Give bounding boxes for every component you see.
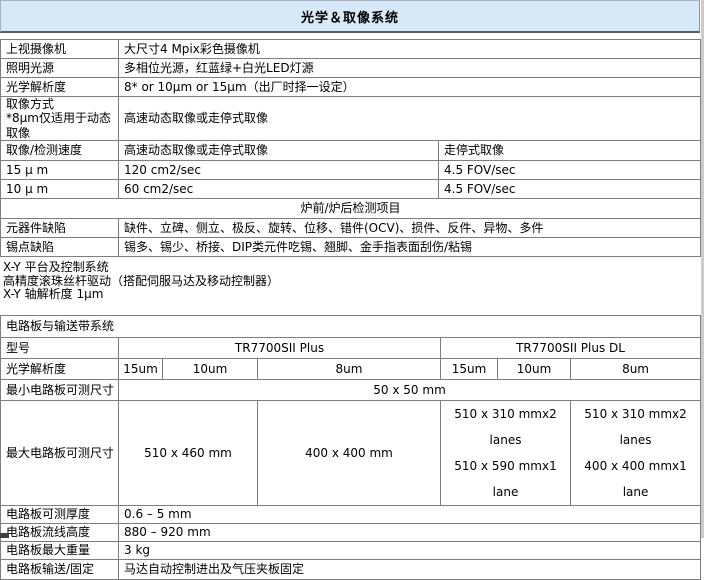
page-corner-mark bbox=[0, 533, 9, 538]
spec-value: 大尺寸4 Mpix彩色摄像机 bbox=[119, 40, 701, 59]
min-size-value: 50 x 50 mm bbox=[119, 380, 701, 401]
spec-value: 多相位光源，红蓝绿+白光LED灯源 bbox=[119, 59, 701, 78]
resolution-col: 8um bbox=[571, 359, 701, 380]
speed-row-value: 4.5 FOV/sec bbox=[439, 161, 701, 180]
defect-label: 元器件缺陷 bbox=[1, 219, 119, 238]
table-row-min-size: 最小电路板可测尺寸 50 x 50 mm bbox=[1, 380, 701, 401]
defect-value: 锡多、锡少、桥接、DIP类元件吃锡、翘脚、金手指表面刮伤/粘锡 bbox=[119, 238, 701, 257]
table-row: 照明光源 多相位光源，红蓝绿+白光LED灯源 bbox=[1, 59, 701, 78]
speed-row-label: 15 μ m bbox=[1, 161, 119, 180]
spec-label: 电路板最大重量 bbox=[1, 542, 119, 560]
table-row: 光学解析度 8* or 10μm or 15μm（出厂时择一设定） bbox=[1, 78, 701, 97]
max-size-plus-8: 400 x 400 mm bbox=[258, 401, 441, 506]
board-section-title: 电路板与输送带系统 bbox=[1, 316, 701, 338]
table-row-inspection-header: 炉前/炉后检测项目 bbox=[1, 199, 701, 219]
speed-row-value: 60 cm2/sec bbox=[119, 180, 439, 199]
max-size-dl-8: 510 x 310 mmx2 lanes 400 x 400 mmx1 lane bbox=[571, 401, 701, 506]
spec-label: 上视摄像机 bbox=[1, 40, 119, 59]
resolution-col: 8um bbox=[258, 359, 441, 380]
max-size-label: 最大电路板可测尺寸 bbox=[1, 401, 119, 506]
resolution-col: 10um bbox=[498, 359, 571, 380]
max-size-plus-15-10: 510 x 460 mm bbox=[119, 401, 258, 506]
table-row: 电路板流线高度 880 – 920 mm bbox=[1, 524, 701, 542]
spec-value: 高速动态取像或走停式取像 bbox=[119, 97, 701, 141]
table-row-speed-header: 取像/检测速度 高速动态取像或走停式取像 走停式取像 bbox=[1, 141, 701, 161]
speed-row-label: 10 μ m bbox=[1, 180, 119, 199]
spec-label: 光学解析度 bbox=[1, 78, 119, 97]
spec-value: 880 – 920 mm bbox=[119, 524, 701, 542]
table-row: 取像方式 *8μm仅适用于动态取像 高速动态取像或走停式取像 bbox=[1, 97, 701, 141]
resolution-col: 15um bbox=[119, 359, 163, 380]
spec-label: 取像方式 *8μm仅适用于动态取像 bbox=[1, 97, 119, 141]
spec-label: 电路板可测厚度 bbox=[1, 506, 119, 524]
resolution-col: 15um bbox=[441, 359, 498, 380]
speed-header-mode2: 走停式取像 bbox=[439, 141, 701, 161]
section-header-optics-title: 光学＆取像系统 bbox=[301, 7, 399, 26]
table-row: 电路板输送/固定 马达自动控制进出及气压夹板固定 bbox=[1, 560, 701, 580]
speed-row-value: 4.5 FOV/sec bbox=[439, 180, 701, 199]
spec-value: 0.6 – 5 mm bbox=[119, 506, 701, 524]
resolution-label: 光学解析度 bbox=[1, 359, 119, 380]
table-row: 电路板最大重量 3 kg bbox=[1, 542, 701, 560]
table-row: 锡点缺陷 锡多、锡少、桥接、DIP类元件吃锡、翘脚、金手指表面刮伤/粘锡 bbox=[1, 238, 701, 257]
spec-value: 8* or 10μm or 15μm（出厂时择一设定） bbox=[119, 78, 701, 97]
spec-value: 马达自动控制进出及气压夹板固定 bbox=[119, 560, 701, 580]
table-row-model: 型号 TR7700SII Plus TR7700SII Plus DL bbox=[1, 338, 701, 359]
table-row-max-size: 最大电路板可测尺寸 510 x 460 mm 400 x 400 mm 510 … bbox=[1, 401, 701, 506]
board-spec-table: 电路板与输送带系统 型号 TR7700SII Plus TR7700SII Pl… bbox=[0, 315, 701, 580]
inspection-header-title: 炉前/炉后检测项目 bbox=[1, 199, 701, 219]
model-name-plus-dl: TR7700SII Plus DL bbox=[441, 338, 701, 359]
spec-label: 照明光源 bbox=[1, 59, 119, 78]
table-row: 15 μ m 120 cm2/sec 4.5 FOV/sec bbox=[1, 161, 701, 180]
resolution-col: 10um bbox=[163, 359, 258, 380]
speed-header-label: 取像/检测速度 bbox=[1, 141, 119, 161]
table-row-resolution: 光学解析度 15um 10um 8um 15um 10um 8um bbox=[1, 359, 701, 380]
optics-spec-table: 上视摄像机 大尺寸4 Mpix彩色摄像机 照明光源 多相位光源，红蓝绿+白光LE… bbox=[0, 39, 701, 257]
table-row: 上视摄像机 大尺寸4 Mpix彩色摄像机 bbox=[1, 40, 701, 59]
table-row-section-title: 电路板与输送带系统 bbox=[1, 316, 701, 338]
model-label: 型号 bbox=[1, 338, 119, 359]
speed-header-mode1: 高速动态取像或走停式取像 bbox=[119, 141, 439, 161]
min-size-label: 最小电路板可测尺寸 bbox=[1, 380, 119, 401]
spec-label: 电路板输送/固定 bbox=[1, 560, 119, 580]
speed-row-value: 120 cm2/sec bbox=[119, 161, 439, 180]
spec-value: 3 kg bbox=[119, 542, 701, 560]
defect-label: 锡点缺陷 bbox=[1, 238, 119, 257]
spec-label: 电路板流线高度 bbox=[1, 524, 119, 542]
max-size-dl-15-10: 510 x 310 mmx2 lanes 510 x 590 mmx1 lane bbox=[441, 401, 571, 506]
xy-platform-note: X-Y 平台及控制系统 高精度滚珠丝杆驱动（搭配伺服马达及移动控制器） X-Y … bbox=[3, 261, 697, 302]
section-header-optics: 光学＆取像系统 bbox=[0, 0, 700, 33]
table-row: 10 μ m 60 cm2/sec 4.5 FOV/sec bbox=[1, 180, 701, 199]
defect-value: 缺件、立碑、侧立、极反、旋转、位移、错件(OCV)、损件、反件、异物、多件 bbox=[119, 219, 701, 238]
table-row: 元器件缺陷 缺件、立碑、侧立、极反、旋转、位移、错件(OCV)、损件、反件、异物… bbox=[1, 219, 701, 238]
table-row: 电路板可测厚度 0.6 – 5 mm bbox=[1, 506, 701, 524]
model-name-plus: TR7700SII Plus bbox=[119, 338, 441, 359]
